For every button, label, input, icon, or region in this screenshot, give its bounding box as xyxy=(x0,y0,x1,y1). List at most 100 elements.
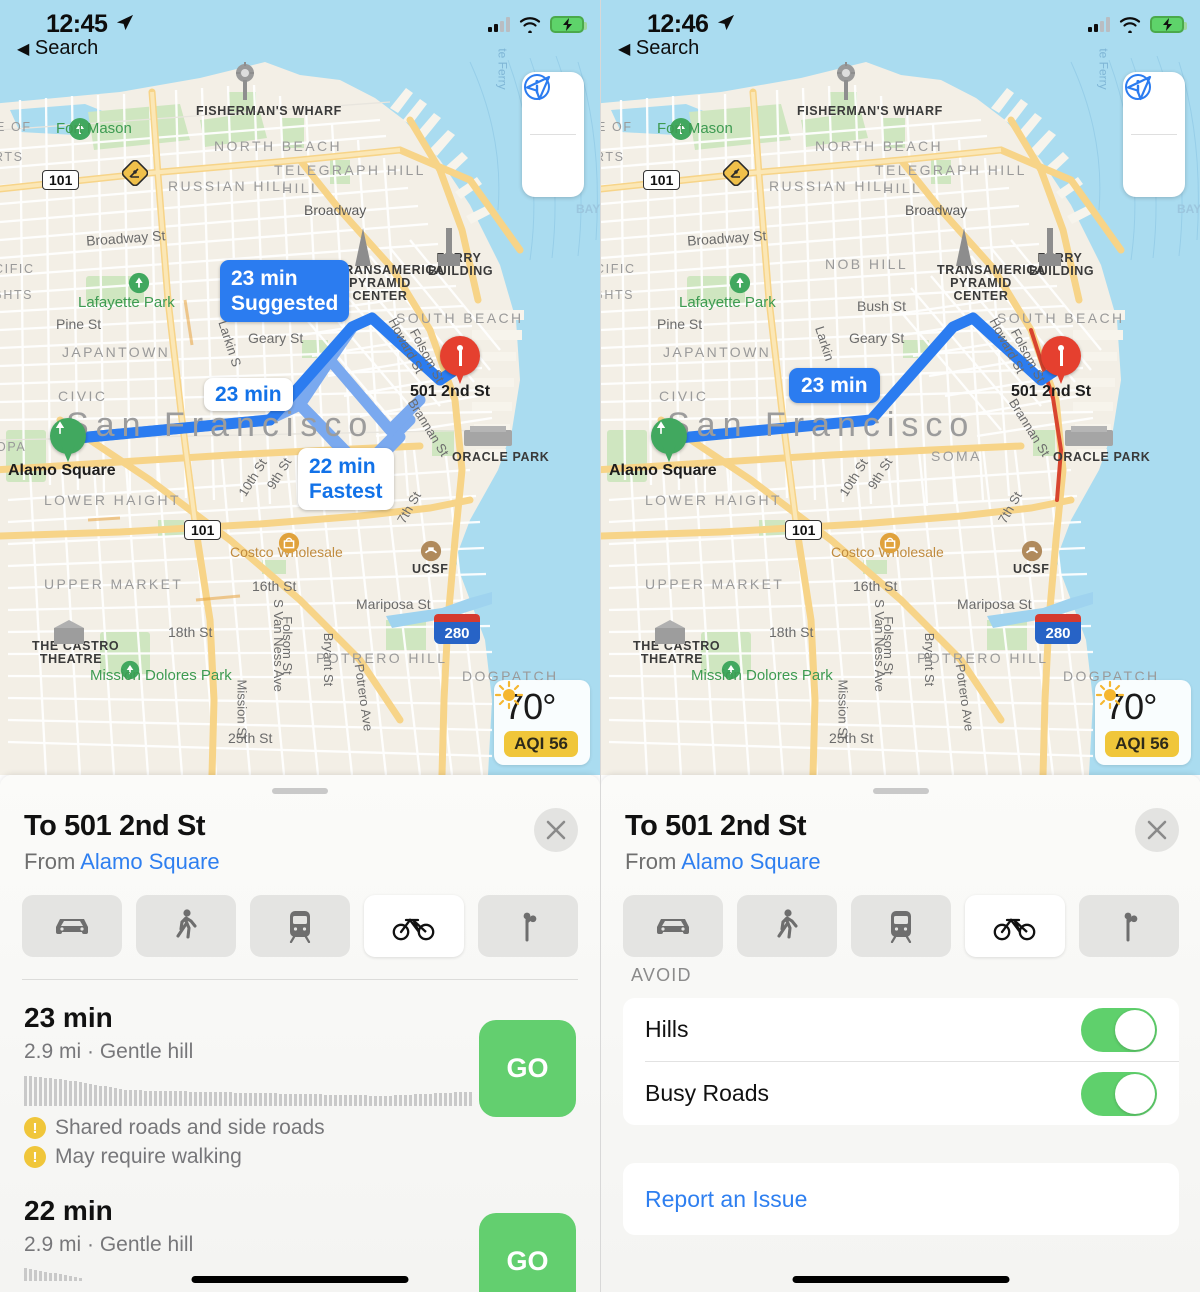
route-bubble-time-3: 22 min xyxy=(309,455,376,478)
mode-ride[interactable] xyxy=(1079,895,1179,957)
elevation-bar xyxy=(324,1094,327,1106)
elevation-bar xyxy=(264,1093,267,1106)
map-controls-right[interactable] xyxy=(1123,72,1185,197)
elevation-bar xyxy=(294,1093,297,1106)
toggle-hills[interactable] xyxy=(1081,1007,1157,1052)
mode-drive[interactable] xyxy=(623,895,723,957)
elevation-bar xyxy=(69,1276,72,1281)
route-bubble-tag: Suggested xyxy=(231,292,339,315)
elevation-bar xyxy=(384,1095,387,1106)
elevation-bar xyxy=(269,1093,272,1106)
elevation-bar xyxy=(189,1091,192,1106)
toggle-busy-roads[interactable] xyxy=(1081,1071,1157,1116)
weather-widget-left[interactable]: 70° AQI 56 xyxy=(494,680,590,765)
avoid-row-hills[interactable]: Hills xyxy=(623,998,1179,1061)
route-sheet-right[interactable]: To 501 2nd St From Alamo Square AVOID Hi… xyxy=(601,775,1200,1292)
elevation-bar xyxy=(424,1093,427,1106)
mode-transit[interactable] xyxy=(851,895,951,957)
map-shield-280: 280 xyxy=(434,614,480,644)
map-shield-280-r: 280 xyxy=(1035,614,1081,644)
close-button[interactable] xyxy=(1135,808,1179,852)
elevation-bar xyxy=(394,1095,397,1106)
elevation-bar xyxy=(454,1092,457,1106)
transport-mode-selector-right[interactable] xyxy=(601,875,1200,957)
map-pin-origin[interactable] xyxy=(50,418,86,466)
elevation-bar xyxy=(414,1094,417,1106)
map-pin-origin-r[interactable] xyxy=(651,418,687,466)
elevation-bar xyxy=(144,1090,147,1106)
weather-widget-right[interactable]: 70° AQI 56 xyxy=(1095,680,1191,765)
report-issue-link[interactable]: Report an Issue xyxy=(645,1186,807,1213)
from-prefix-r: From xyxy=(625,849,682,874)
mode-cycle[interactable] xyxy=(364,895,464,957)
elevation-bar xyxy=(249,1092,252,1106)
go-button[interactable]: GO xyxy=(479,1020,576,1117)
elevation-bar xyxy=(64,1275,67,1281)
mode-cycle[interactable] xyxy=(965,895,1065,957)
map-view-left[interactable]: Fort Mason FISHERMAN'S WHARF NORTH BEACH… xyxy=(0,0,600,775)
elevation-bar xyxy=(229,1092,232,1106)
route-note: ! Shared roads and side roads xyxy=(24,1116,576,1140)
mode-drive[interactable] xyxy=(22,895,122,957)
map-canvas xyxy=(0,0,600,775)
transport-mode-selector-left[interactable] xyxy=(0,875,600,957)
locate-button[interactable] xyxy=(522,75,584,197)
avoid-options-card: Hills Busy Roads xyxy=(623,998,1179,1125)
toggle-knob xyxy=(1115,1073,1155,1114)
elevation-bar xyxy=(259,1093,262,1106)
home-indicator-right xyxy=(792,1276,1009,1283)
elevation-bar xyxy=(199,1091,202,1106)
route-bubble-tag-3: Fastest xyxy=(309,480,383,503)
map-controls-left[interactable] xyxy=(522,72,584,197)
home-indicator xyxy=(191,1276,409,1283)
map-shield-280-text: 280 xyxy=(434,622,480,644)
elevation-bar xyxy=(244,1092,247,1106)
elevation-bar xyxy=(54,1078,57,1106)
from-value[interactable]: Alamo Square xyxy=(80,849,219,874)
mode-walk[interactable] xyxy=(737,895,837,957)
route-sheet-left[interactable]: To 501 2nd St From Alamo Square 23 min 2… xyxy=(0,775,600,1292)
route-option-1[interactable]: 23 min 2.9 mi · Gentle hill GO ! Shared … xyxy=(0,980,600,1169)
map-shield-101-b-r: 101 xyxy=(785,520,823,540)
locate-button[interactable] xyxy=(1123,75,1185,197)
car-icon xyxy=(56,919,88,934)
warning-icon: ! xyxy=(24,1146,46,1168)
map-view-right[interactable]: Fort Mason FISHERMAN'S WHARF NORTH BEACH… xyxy=(601,0,1200,775)
route-note: ! May require walking xyxy=(24,1145,576,1169)
mode-transit[interactable] xyxy=(250,895,350,957)
go-button[interactable]: GO xyxy=(479,1213,576,1292)
aqi-badge: AQI 56 xyxy=(504,731,578,757)
close-button[interactable] xyxy=(534,808,578,852)
rideshare-icon xyxy=(523,912,537,942)
elevation-bar xyxy=(374,1095,377,1106)
elevation-bar xyxy=(44,1077,47,1106)
warning-icon: ! xyxy=(24,1117,46,1139)
walk-icon xyxy=(777,909,798,939)
elevation-bar xyxy=(459,1092,462,1106)
avoid-row-busy-roads[interactable]: Busy Roads xyxy=(623,1062,1179,1125)
avoid-label-hills: Hills xyxy=(645,1016,689,1042)
elevation-bar xyxy=(439,1093,442,1106)
route-bubble-right[interactable]: 23 min xyxy=(789,368,880,403)
route-option-2[interactable]: 22 min 2.9 mi · Gentle hill GO xyxy=(0,1169,600,1292)
route-bubble-fastest[interactable]: 22 min Fastest xyxy=(298,448,394,510)
report-issue-card[interactable]: Report an Issue xyxy=(623,1163,1179,1235)
elevation-bar xyxy=(174,1091,177,1106)
elevation-bar xyxy=(354,1095,357,1106)
route-bubble-suggested[interactable]: 23 min Suggested xyxy=(220,260,350,322)
elevation-bar xyxy=(49,1272,52,1281)
elevation-bar xyxy=(359,1095,362,1106)
route-note-text: Shared roads and side roads xyxy=(55,1116,325,1139)
mode-walk[interactable] xyxy=(136,895,236,957)
from-value-r[interactable]: Alamo Square xyxy=(681,849,820,874)
elevation-bar xyxy=(89,1083,92,1106)
mode-ride[interactable] xyxy=(478,895,578,957)
elevation-bar xyxy=(69,1080,72,1106)
map-pin-destination[interactable] xyxy=(440,336,480,388)
page-title: To 501 2nd St xyxy=(24,810,206,842)
elevation-bar xyxy=(44,1271,47,1281)
elevation-bar xyxy=(449,1092,452,1106)
elevation-bar xyxy=(319,1094,322,1106)
route-bubble-alt-1[interactable]: 23 min xyxy=(204,378,293,411)
map-pin-destination-r[interactable] xyxy=(1041,336,1081,388)
